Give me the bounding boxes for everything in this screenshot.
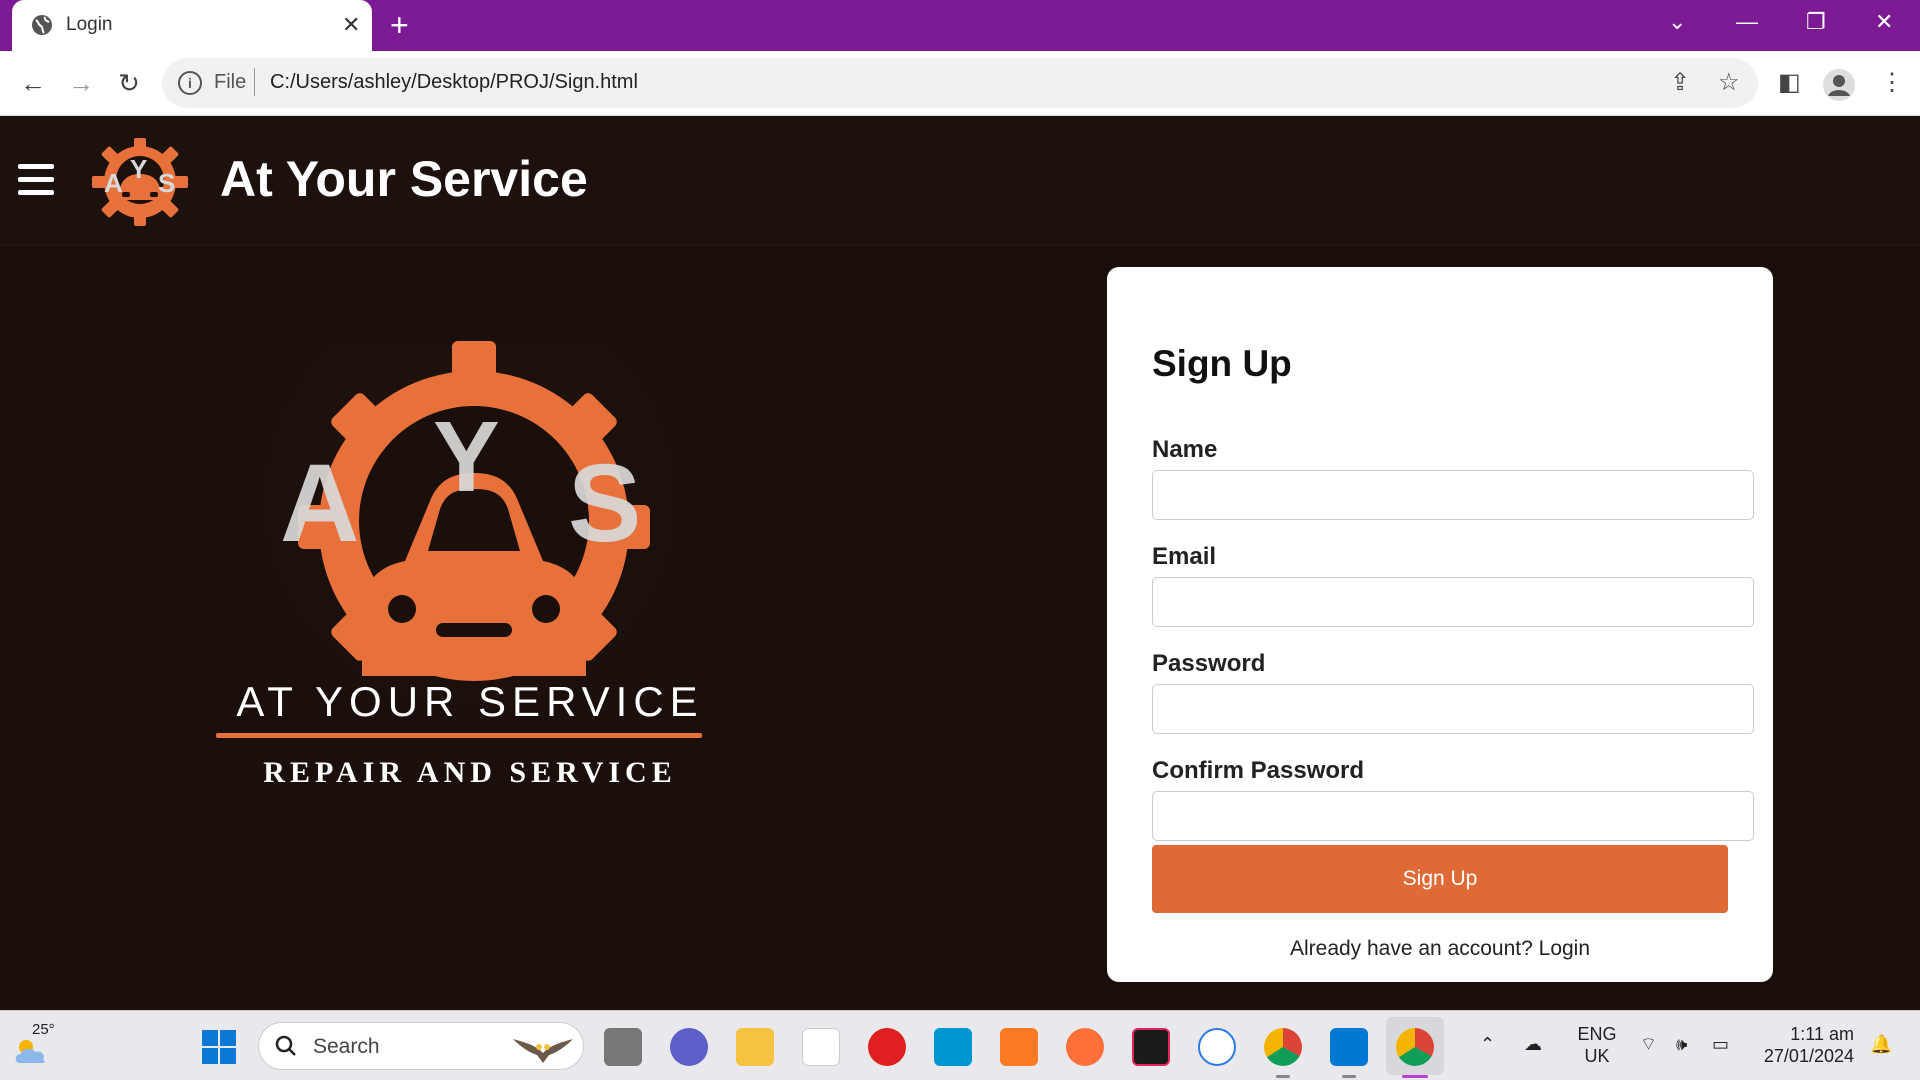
site-title: At Your Service [220, 151, 588, 207]
volume-icon[interactable]: 🕪 [1676, 1033, 1687, 1055]
restore-button[interactable]: ❐ [1806, 8, 1826, 36]
back-button[interactable]: ← [16, 66, 50, 100]
search-highlight-owl-icon [513, 1039, 573, 1063]
form-heading: Sign Up [1152, 343, 1292, 384]
windows-start-icon[interactable] [200, 1028, 238, 1066]
taskbar-search[interactable]: Search [258, 1022, 584, 1070]
address-separator [254, 68, 255, 96]
wifi-icon[interactable]: ⌔ [1640, 1033, 1657, 1055]
share-icon[interactable]: ⇪ [1670, 69, 1690, 97]
tab-title: Login [66, 14, 113, 35]
profile-avatar-icon[interactable] [1822, 68, 1856, 102]
forward-button[interactable]: → [64, 66, 98, 100]
side-panel-icon[interactable]: ◧ [1778, 66, 1801, 100]
firefox-icon[interactable] [1066, 1028, 1104, 1066]
task-view-icon[interactable] [604, 1028, 642, 1066]
login-prompt[interactable]: Already have an account? Login [1107, 937, 1773, 961]
browser-tab-bar: Login ✕ + ⌄ — ❐ ✕ [0, 0, 1920, 51]
battery-icon[interactable]: ▭ [1712, 1033, 1729, 1055]
browser-toolbar: ← → ↻ i File C:/Users/ashley/Desktop/PRO… [0, 51, 1920, 116]
xampp-icon[interactable] [1000, 1028, 1038, 1066]
chrome-icon[interactable] [1264, 1028, 1302, 1066]
language-secondary: UK [1584, 1046, 1610, 1066]
signup-button[interactable]: Sign Up [1152, 845, 1728, 913]
myhp-icon[interactable] [934, 1028, 972, 1066]
password-input[interactable] [1152, 684, 1754, 734]
logo-letter-y: Y [433, 401, 500, 513]
clock-date: 27/01/2024 [1763, 1046, 1854, 1066]
mcafee-icon[interactable] [868, 1028, 906, 1066]
file-explorer-icon[interactable] [736, 1028, 774, 1066]
minimize-button[interactable]: — [1736, 8, 1758, 36]
new-tab-button[interactable]: + [390, 8, 409, 42]
reload-button[interactable]: ↻ [112, 66, 146, 100]
chevron-up-icon[interactable]: ⌃ [1480, 1033, 1495, 1055]
vscode-running-indicator [1342, 1075, 1356, 1078]
close-tab-icon[interactable]: ✕ [342, 11, 360, 39]
logo-tagline: AT YOUR SERVICE [236, 678, 703, 725]
windows-taskbar: 25° Search ⌃ ☁ ENG UK ⌔ 🕪 ▭ 1:11 am 27/0… [0, 1010, 1920, 1080]
browser-tab[interactable]: Login ✕ [12, 0, 372, 51]
logo-letter-a: A [280, 442, 359, 565]
app-icon-dark[interactable] [1132, 1028, 1170, 1066]
vscode-icon[interactable] [1330, 1028, 1368, 1066]
password-label: Password [1152, 650, 1266, 677]
address-bar[interactable]: i File C:/Users/ashley/Desktop/PROJ/Sign… [162, 58, 1758, 108]
notification-icon[interactable]: 🔔 [1870, 1033, 1892, 1055]
signup-card: Sign Up Name Email Password Confirm Pass… [1107, 267, 1773, 982]
chrome-running-indicator [1276, 1075, 1290, 1078]
logo-letter-s: S [568, 442, 641, 565]
microsoft-store-icon[interactable] [802, 1028, 840, 1066]
menu-kebab-icon[interactable]: ⋮ [1880, 66, 1904, 100]
email-input[interactable] [1152, 577, 1754, 627]
clock-time: 1:11 am [1790, 1024, 1854, 1044]
chrome-active-icon[interactable] [1396, 1028, 1434, 1066]
clock[interactable]: 1:11 am 27/01/2024 [1758, 1023, 1854, 1067]
hamburger-menu-icon[interactable] [18, 164, 54, 196]
onedrive-cloud-icon[interactable]: ☁ [1524, 1033, 1542, 1055]
language-indicator[interactable]: ENG UK [1574, 1023, 1620, 1067]
globe-icon [32, 15, 52, 35]
header-logo[interactable]: A Y S [86, 134, 194, 230]
email-label: Email [1152, 543, 1217, 570]
name-input[interactable] [1152, 470, 1754, 520]
brand-logo: A Y S AT YOUR SERVICE REPAIR AND SERVICE [210, 341, 730, 801]
logo-subtagline: REPAIR AND SERVICE [263, 756, 676, 789]
main-content: A Y S AT YOUR SERVICE REPAIR AND SERVICE… [0, 246, 1920, 1010]
info-icon[interactable]: i [178, 71, 202, 95]
app-icon-a[interactable] [1198, 1028, 1236, 1066]
header-logo-letter-s: S [158, 168, 175, 198]
tab-search-icon[interactable]: ⌄ [1668, 8, 1686, 36]
name-label: Name [1152, 436, 1218, 463]
close-window-button[interactable]: ✕ [1875, 8, 1893, 36]
cloud-icon [15, 1040, 45, 1063]
active-app-indicator [1402, 1075, 1428, 1078]
weather-widget[interactable]: 25° [12, 1021, 62, 1069]
address-scheme-label: File [214, 71, 247, 93]
search-placeholder: Search [313, 1035, 380, 1058]
language-primary: ENG [1577, 1024, 1617, 1044]
search-icon [275, 1035, 296, 1056]
bookmark-star-icon[interactable]: ☆ [1718, 69, 1740, 97]
site-header: A Y S At Your Service [0, 116, 1920, 246]
confirm-password-input[interactable] [1152, 791, 1754, 841]
header-logo-letter-y: Y [130, 154, 147, 184]
teams-chat-icon[interactable] [670, 1028, 708, 1066]
confirm-password-label: Confirm Password [1152, 757, 1365, 784]
header-logo-letter-a: A [104, 168, 123, 198]
url-text[interactable]: C:/Users/ashley/Desktop/PROJ/Sign.html [270, 71, 638, 94]
